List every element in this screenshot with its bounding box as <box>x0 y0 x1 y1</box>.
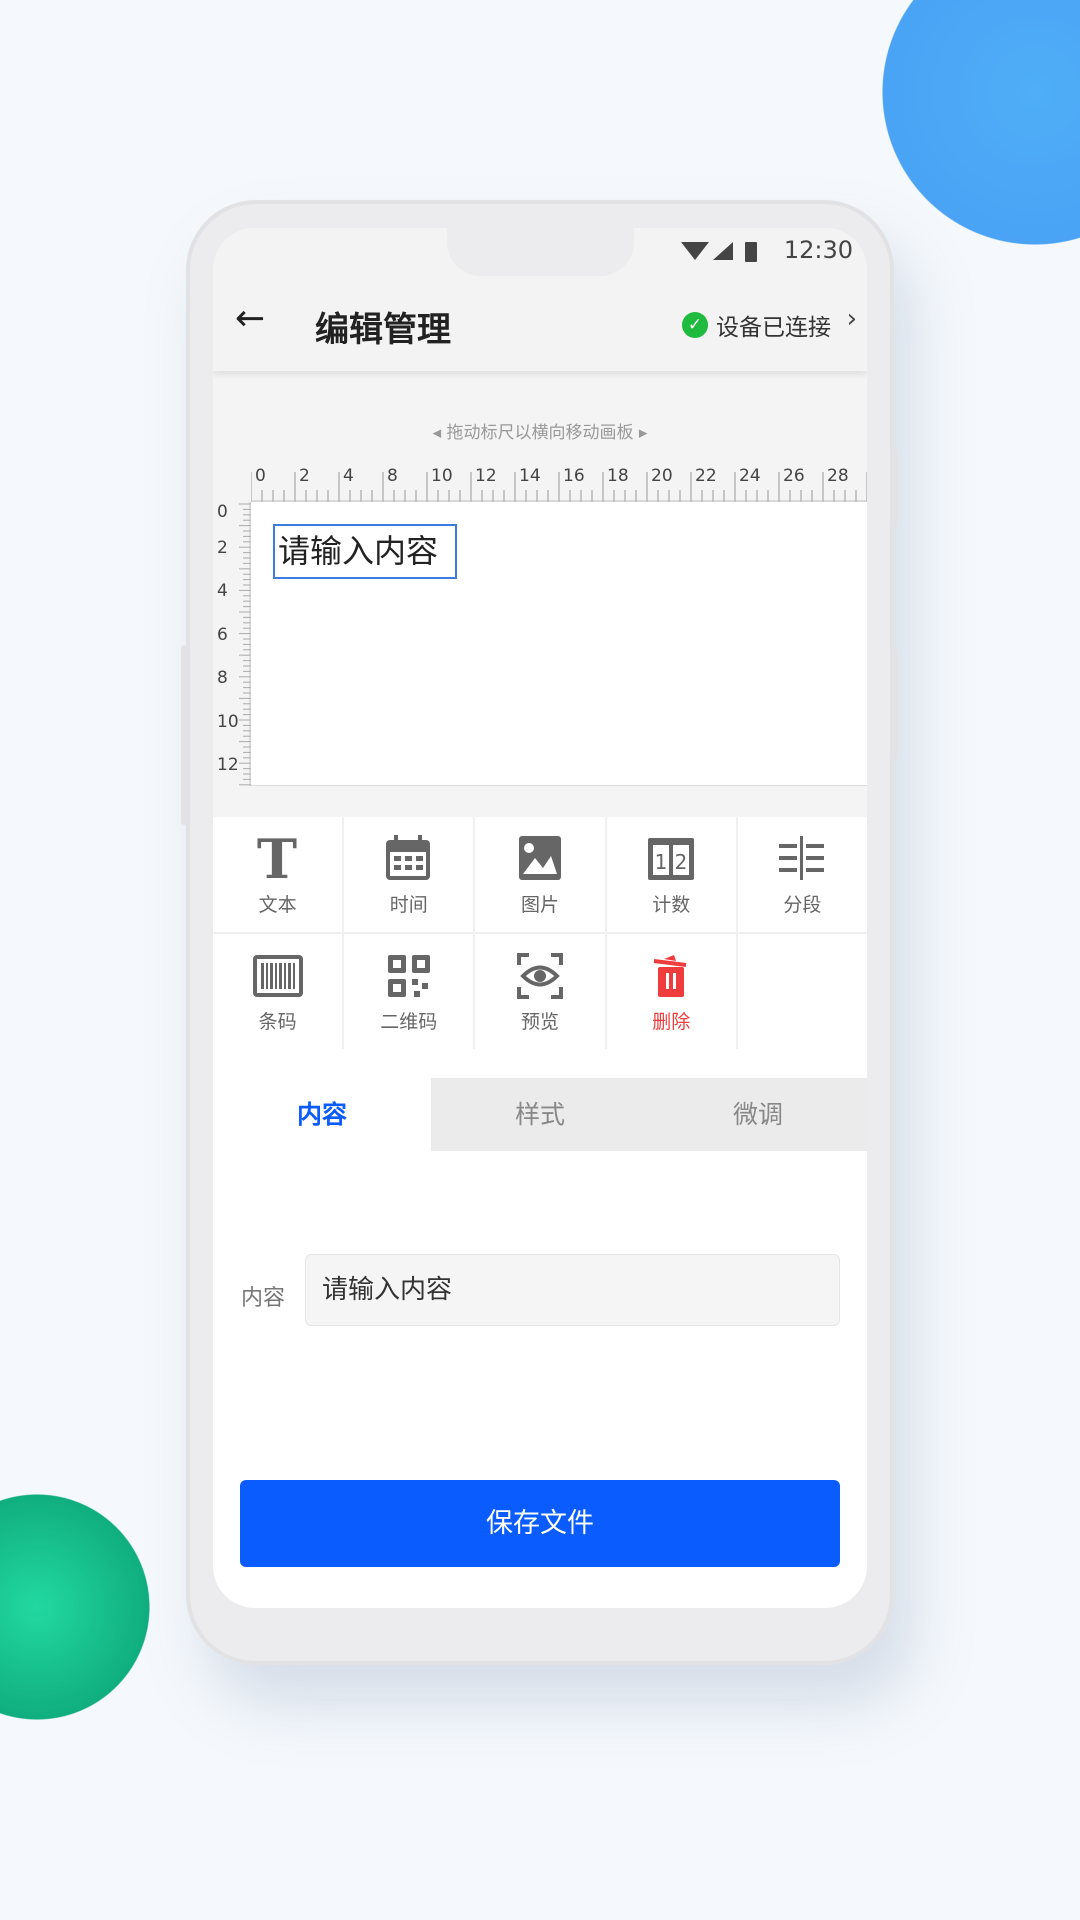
signal-icons <box>681 242 757 262</box>
ruler-label: 2 <box>299 466 310 486</box>
ruler-label: 26 <box>783 466 805 486</box>
ruler-label: 8 <box>217 668 228 688</box>
ruler-label: 14 <box>519 466 541 486</box>
content-label: 内容 <box>241 1286 286 1311</box>
status-time: 12:30 <box>783 236 853 264</box>
svg-text:T: T <box>257 832 297 884</box>
ruler-label: 16 <box>563 466 585 486</box>
ruler-label: 12 <box>475 466 497 486</box>
tool-counter[interactable]: 1 2 计数 <box>606 817 736 932</box>
wifi-icon <box>681 242 709 260</box>
ruler-label: 18 <box>607 466 629 486</box>
app-screen: 12:30 ← 编辑管理 ✓ 设备已连接 › ◂ 拖动标尺以横向移动画板 ▸ 0… <box>213 228 867 1608</box>
ruler-label: 12 <box>217 755 239 775</box>
segment-icon <box>775 832 829 884</box>
horizontal-ruler[interactable]: 0 2 4 8 10 12 14 16 18 20 22 24 26 28 <box>251 464 867 502</box>
tool-label: 删除 <box>652 1011 691 1033</box>
preview-eye-icon <box>513 949 567 1001</box>
svg-text:2: 2 <box>675 850 688 874</box>
ruler-label: 4 <box>343 466 354 486</box>
page-title: 编辑管理 <box>315 310 451 350</box>
tool-calendar[interactable]: 时间 <box>344 817 474 932</box>
tool-label: 预览 <box>520 1011 559 1033</box>
ruler-label: 10 <box>217 711 239 732</box>
ruler-label: 2 <box>217 537 228 558</box>
decor-circle-green <box>0 1494 150 1720</box>
tool-preview-eye[interactable]: 预览 <box>475 934 605 1049</box>
ruler-label: 28 <box>827 466 849 486</box>
ruler-label: 4 <box>217 581 228 601</box>
ruler-label: 8 <box>387 466 398 486</box>
canvas-area: ◂ 拖动标尺以横向移动画板 ▸ 0 2 4 8 10 12 14 16 18 20 22 24 26 28… <box>213 371 867 817</box>
calendar-icon <box>382 832 436 884</box>
tool-label: 二维码 <box>380 1011 438 1033</box>
ruler-label: 24 <box>739 466 761 486</box>
device-status-label: 设备已连接 <box>716 315 831 341</box>
tool-grid: T 文本 时间 图片 1 2 计数 分段条码 二维码 预览 删除 <box>213 817 867 1049</box>
check-circle-icon: ✓ <box>682 312 708 338</box>
ruler-hint-text: 拖动标尺以横向移动画板 <box>446 423 634 443</box>
tool-empty <box>737 934 867 1049</box>
save-file-button[interactable]: 保存文件 <box>240 1480 840 1567</box>
ruler-label: 0 <box>217 502 228 522</box>
tool-label: 条码 <box>258 1011 297 1033</box>
ruler-label: 10 <box>431 466 453 486</box>
tool-image[interactable]: 图片 <box>475 817 605 932</box>
phone-button <box>181 645 187 825</box>
tool-label: 文本 <box>258 894 297 916</box>
tab-bar: 内容 样式 微调 <box>213 1078 867 1151</box>
tool-label: 时间 <box>389 894 428 916</box>
status-bar: 12:30 <box>213 228 867 276</box>
notch <box>447 228 634 276</box>
phone-button <box>892 448 898 526</box>
tool-qrcode[interactable]: 二维码 <box>344 934 474 1049</box>
decor-circle-blue <box>882 0 1080 245</box>
tool-label: 计数 <box>652 894 691 916</box>
tool-label: 图片 <box>520 894 559 916</box>
tab-content[interactable]: 内容 <box>213 1078 431 1151</box>
qrcode-icon <box>382 949 436 1001</box>
tool-barcode[interactable]: 条码 <box>213 934 343 1049</box>
cell-signal-icon <box>713 242 733 260</box>
tool-segment[interactable]: 分段 <box>737 817 867 932</box>
content-input[interactable]: 请输入内容 <box>305 1254 840 1326</box>
tab-style[interactable]: 样式 <box>431 1078 649 1151</box>
ruler-label: 22 <box>695 466 717 486</box>
battery-icon <box>745 242 757 262</box>
canvas-text-element[interactable]: 请输入内容 <box>273 524 457 579</box>
text-icon: T <box>251 832 305 884</box>
svg-text:1: 1 <box>655 850 668 874</box>
phone-button <box>892 648 898 758</box>
app-header: ← 编辑管理 ✓ 设备已连接 › <box>213 276 867 371</box>
device-status[interactable]: ✓ 设备已连接 <box>682 308 831 342</box>
chevron-right-icon[interactable]: › <box>847 304 857 334</box>
ruler-hint: ◂ 拖动标尺以横向移动画板 ▸ <box>432 423 648 443</box>
barcode-icon <box>251 949 305 1001</box>
tool-text[interactable]: T 文本 <box>213 817 343 932</box>
tab-finetune[interactable]: 微调 <box>649 1078 867 1151</box>
ruler-label: 0 <box>255 466 266 486</box>
counter-icon: 12 <box>644 832 698 884</box>
tool-label: 分段 <box>783 894 822 916</box>
trash-icon <box>644 949 698 1001</box>
vertical-ruler[interactable]: 0 2 4 6 8 10 12 <box>213 502 251 786</box>
ruler-label: 6 <box>217 624 228 645</box>
ruler-label: 20 <box>651 466 673 486</box>
back-arrow-icon[interactable]: ← <box>235 298 265 339</box>
image-icon <box>513 832 567 884</box>
tool-trash[interactable]: 删除 <box>606 934 736 1049</box>
